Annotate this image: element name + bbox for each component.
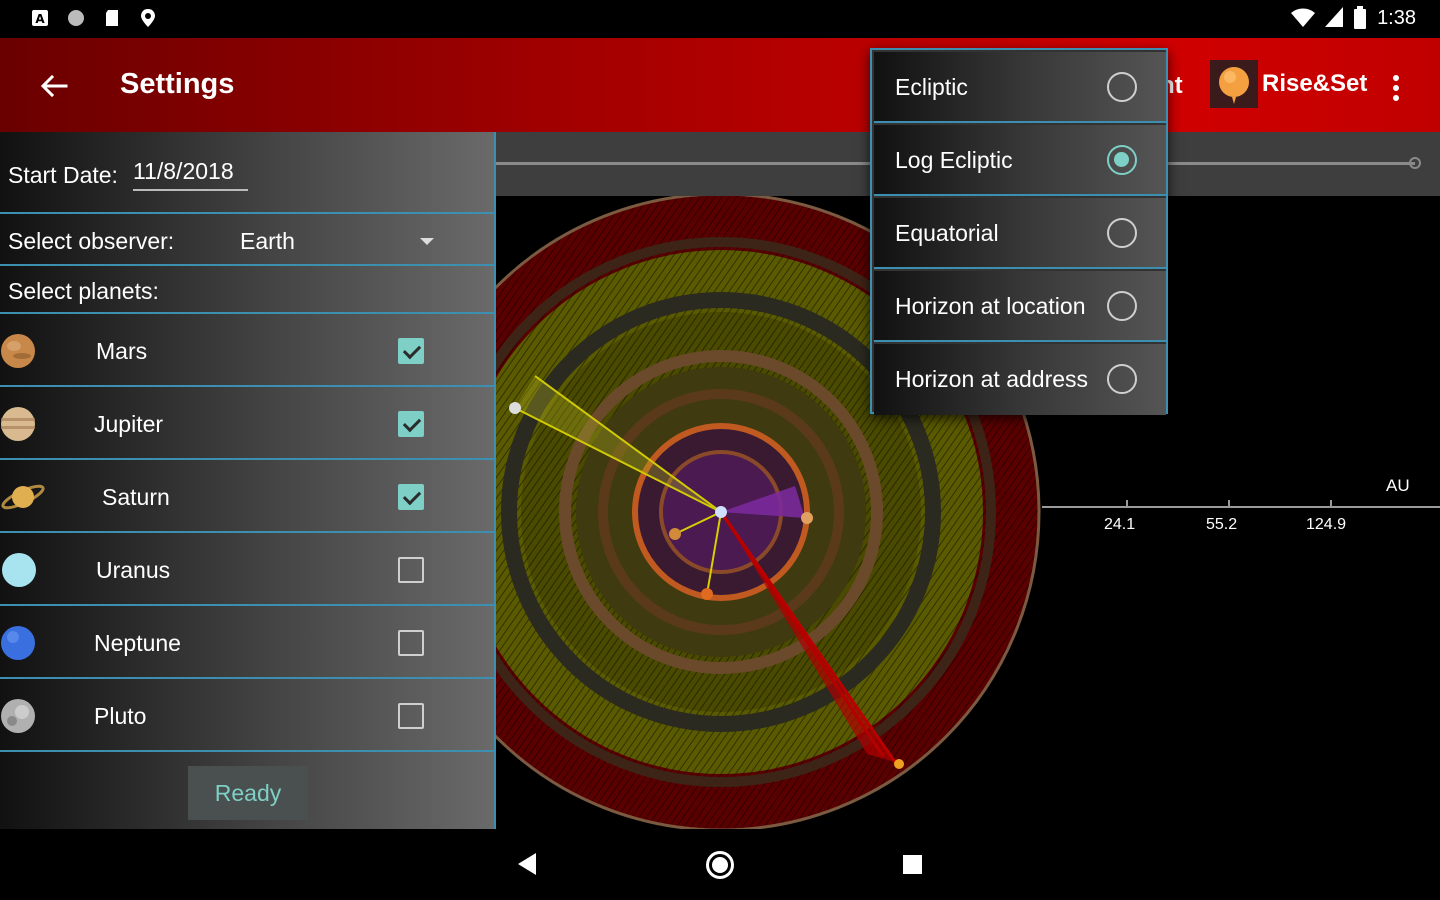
navigation-bar <box>0 829 1440 900</box>
uranus-icon <box>2 553 36 587</box>
jupiter-icon <box>1 407 35 441</box>
rise-set-label: Rise&Set <box>1262 70 1368 97</box>
scale-axis-line <box>1042 506 1440 508</box>
seek-thumb[interactable] <box>1409 157 1421 169</box>
app-bar: Settings nt Rise&Set <box>0 38 1440 132</box>
planet-name: Mars <box>96 338 148 364</box>
menu-item-horizon-address[interactable]: Horizon at address <box>874 344 1166 415</box>
observer-dropdown[interactable]: Earth <box>240 228 295 255</box>
sun-icon <box>1210 60 1258 108</box>
signal-icon <box>1325 7 1344 27</box>
nav-back-icon[interactable] <box>518 853 536 875</box>
dropdown-arrow-icon[interactable] <box>420 238 434 245</box>
radio-log-ecliptic[interactable] <box>1107 145 1137 175</box>
planet-marker-mars[interactable] <box>801 512 813 524</box>
radio-equatorial[interactable] <box>1107 218 1137 248</box>
menu-item-equatorial[interactable]: Equatorial <box>874 198 1166 269</box>
planet-marker-saturn[interactable] <box>701 588 713 600</box>
back-arrow-icon[interactable] <box>34 66 74 106</box>
status-system-icons: 1:38 <box>1291 6 1416 30</box>
svg-text:A: A <box>35 12 45 26</box>
planet-row-saturn[interactable]: Saturn <box>0 460 494 533</box>
mars-icon <box>1 334 35 368</box>
planet-row-jupiter[interactable]: Jupiter <box>0 387 494 460</box>
planet-checkbox-jupiter[interactable] <box>398 411 424 437</box>
location-pin-icon <box>141 9 155 27</box>
sd-card-icon <box>106 10 118 26</box>
wifi-icon <box>1291 8 1316 27</box>
nav-home-icon[interactable] <box>706 851 734 879</box>
app-screen: A 1:38 Settings nt Rise&Set AU 24.1 55.2… <box>0 0 1440 900</box>
more-vert-icon[interactable] <box>1382 68 1410 108</box>
status-bar: A 1:38 <box>0 0 1440 38</box>
planet-row-mars[interactable]: Mars <box>0 314 494 387</box>
observer-label: Select observer: <box>8 228 175 254</box>
planet-marker-far[interactable] <box>894 759 904 769</box>
axis-tick-label: 24.1 <box>1104 516 1136 533</box>
menu-item-label: Horizon at location <box>895 293 1086 319</box>
planet-checkbox-saturn[interactable] <box>398 484 424 510</box>
sun-marker[interactable] <box>715 506 727 518</box>
planet-marker-jupiter[interactable] <box>669 528 681 540</box>
radio-ecliptic[interactable] <box>1107 72 1137 102</box>
planet-name: Pluto <box>94 703 147 729</box>
planet-checkbox-neptune[interactable] <box>398 630 424 656</box>
observer-row: Select observer: Earth <box>0 214 494 266</box>
start-date-row: Start Date: 11/8/2018 <box>0 132 494 214</box>
start-date-label: Start Date: <box>8 162 118 188</box>
menu-item-label: Equatorial <box>895 220 999 246</box>
axis-tick <box>1330 500 1332 508</box>
planet-checkbox-pluto[interactable] <box>398 703 424 729</box>
axis-unit-label: AU <box>1386 476 1410 495</box>
start-date-field[interactable]: 11/8/2018 <box>133 158 248 191</box>
axis-tick <box>1126 500 1128 508</box>
neptune-icon <box>1 626 35 660</box>
ready-button[interactable]: Ready <box>188 766 308 820</box>
axis-tick-label: 55.2 <box>1206 516 1238 533</box>
planet-checkbox-mars[interactable] <box>398 338 424 364</box>
menu-item-log-ecliptic[interactable]: Log Ecliptic <box>874 125 1166 196</box>
planet-name: Jupiter <box>94 411 164 437</box>
planet-row-neptune[interactable]: Neptune <box>0 606 494 679</box>
saturn-icon <box>1 484 45 510</box>
planets-header-row: Select planets: <box>0 266 494 314</box>
planet-marker-outer[interactable] <box>509 402 521 414</box>
planets-label: Select planets: <box>8 278 159 304</box>
axis-tick-label: 124.9 <box>1306 516 1347 533</box>
planet-checkbox-uranus[interactable] <box>398 557 424 583</box>
planet-row-pluto[interactable]: Pluto <box>0 679 494 752</box>
settings-panel: Start Date: 11/8/2018 Select observer: E… <box>0 132 496 829</box>
radio-horizon-location[interactable] <box>1107 291 1137 321</box>
menu-item-label: Ecliptic <box>895 74 968 100</box>
planet-name: Uranus <box>96 557 171 583</box>
status-notification-icons: A <box>30 8 158 28</box>
planet-name: Neptune <box>94 630 181 656</box>
notification-circle-icon <box>68 10 84 26</box>
nav-recents-icon[interactable] <box>903 855 922 874</box>
rise-set-button[interactable]: Rise&Set <box>1210 60 1367 108</box>
planet-name: Saturn <box>102 484 170 510</box>
pluto-icon <box>1 699 35 733</box>
status-time: 1:38 <box>1377 6 1416 29</box>
menu-item-ecliptic[interactable]: Ecliptic <box>874 52 1166 123</box>
page-title: Settings <box>120 68 235 100</box>
notification-a-icon: A <box>32 10 48 26</box>
radio-horizon-address[interactable] <box>1107 364 1137 394</box>
projection-menu: Ecliptic Log Ecliptic Equatorial Horizon… <box>870 48 1168 415</box>
planet-row-uranus[interactable]: Uranus <box>0 533 494 606</box>
menu-item-horizon-location[interactable]: Horizon at location <box>874 271 1166 342</box>
menu-item-label: Horizon at address <box>895 366 1089 392</box>
axis-tick <box>1228 500 1230 508</box>
menu-item-label: Log Ecliptic <box>895 147 1013 173</box>
battery-icon <box>1354 6 1367 29</box>
